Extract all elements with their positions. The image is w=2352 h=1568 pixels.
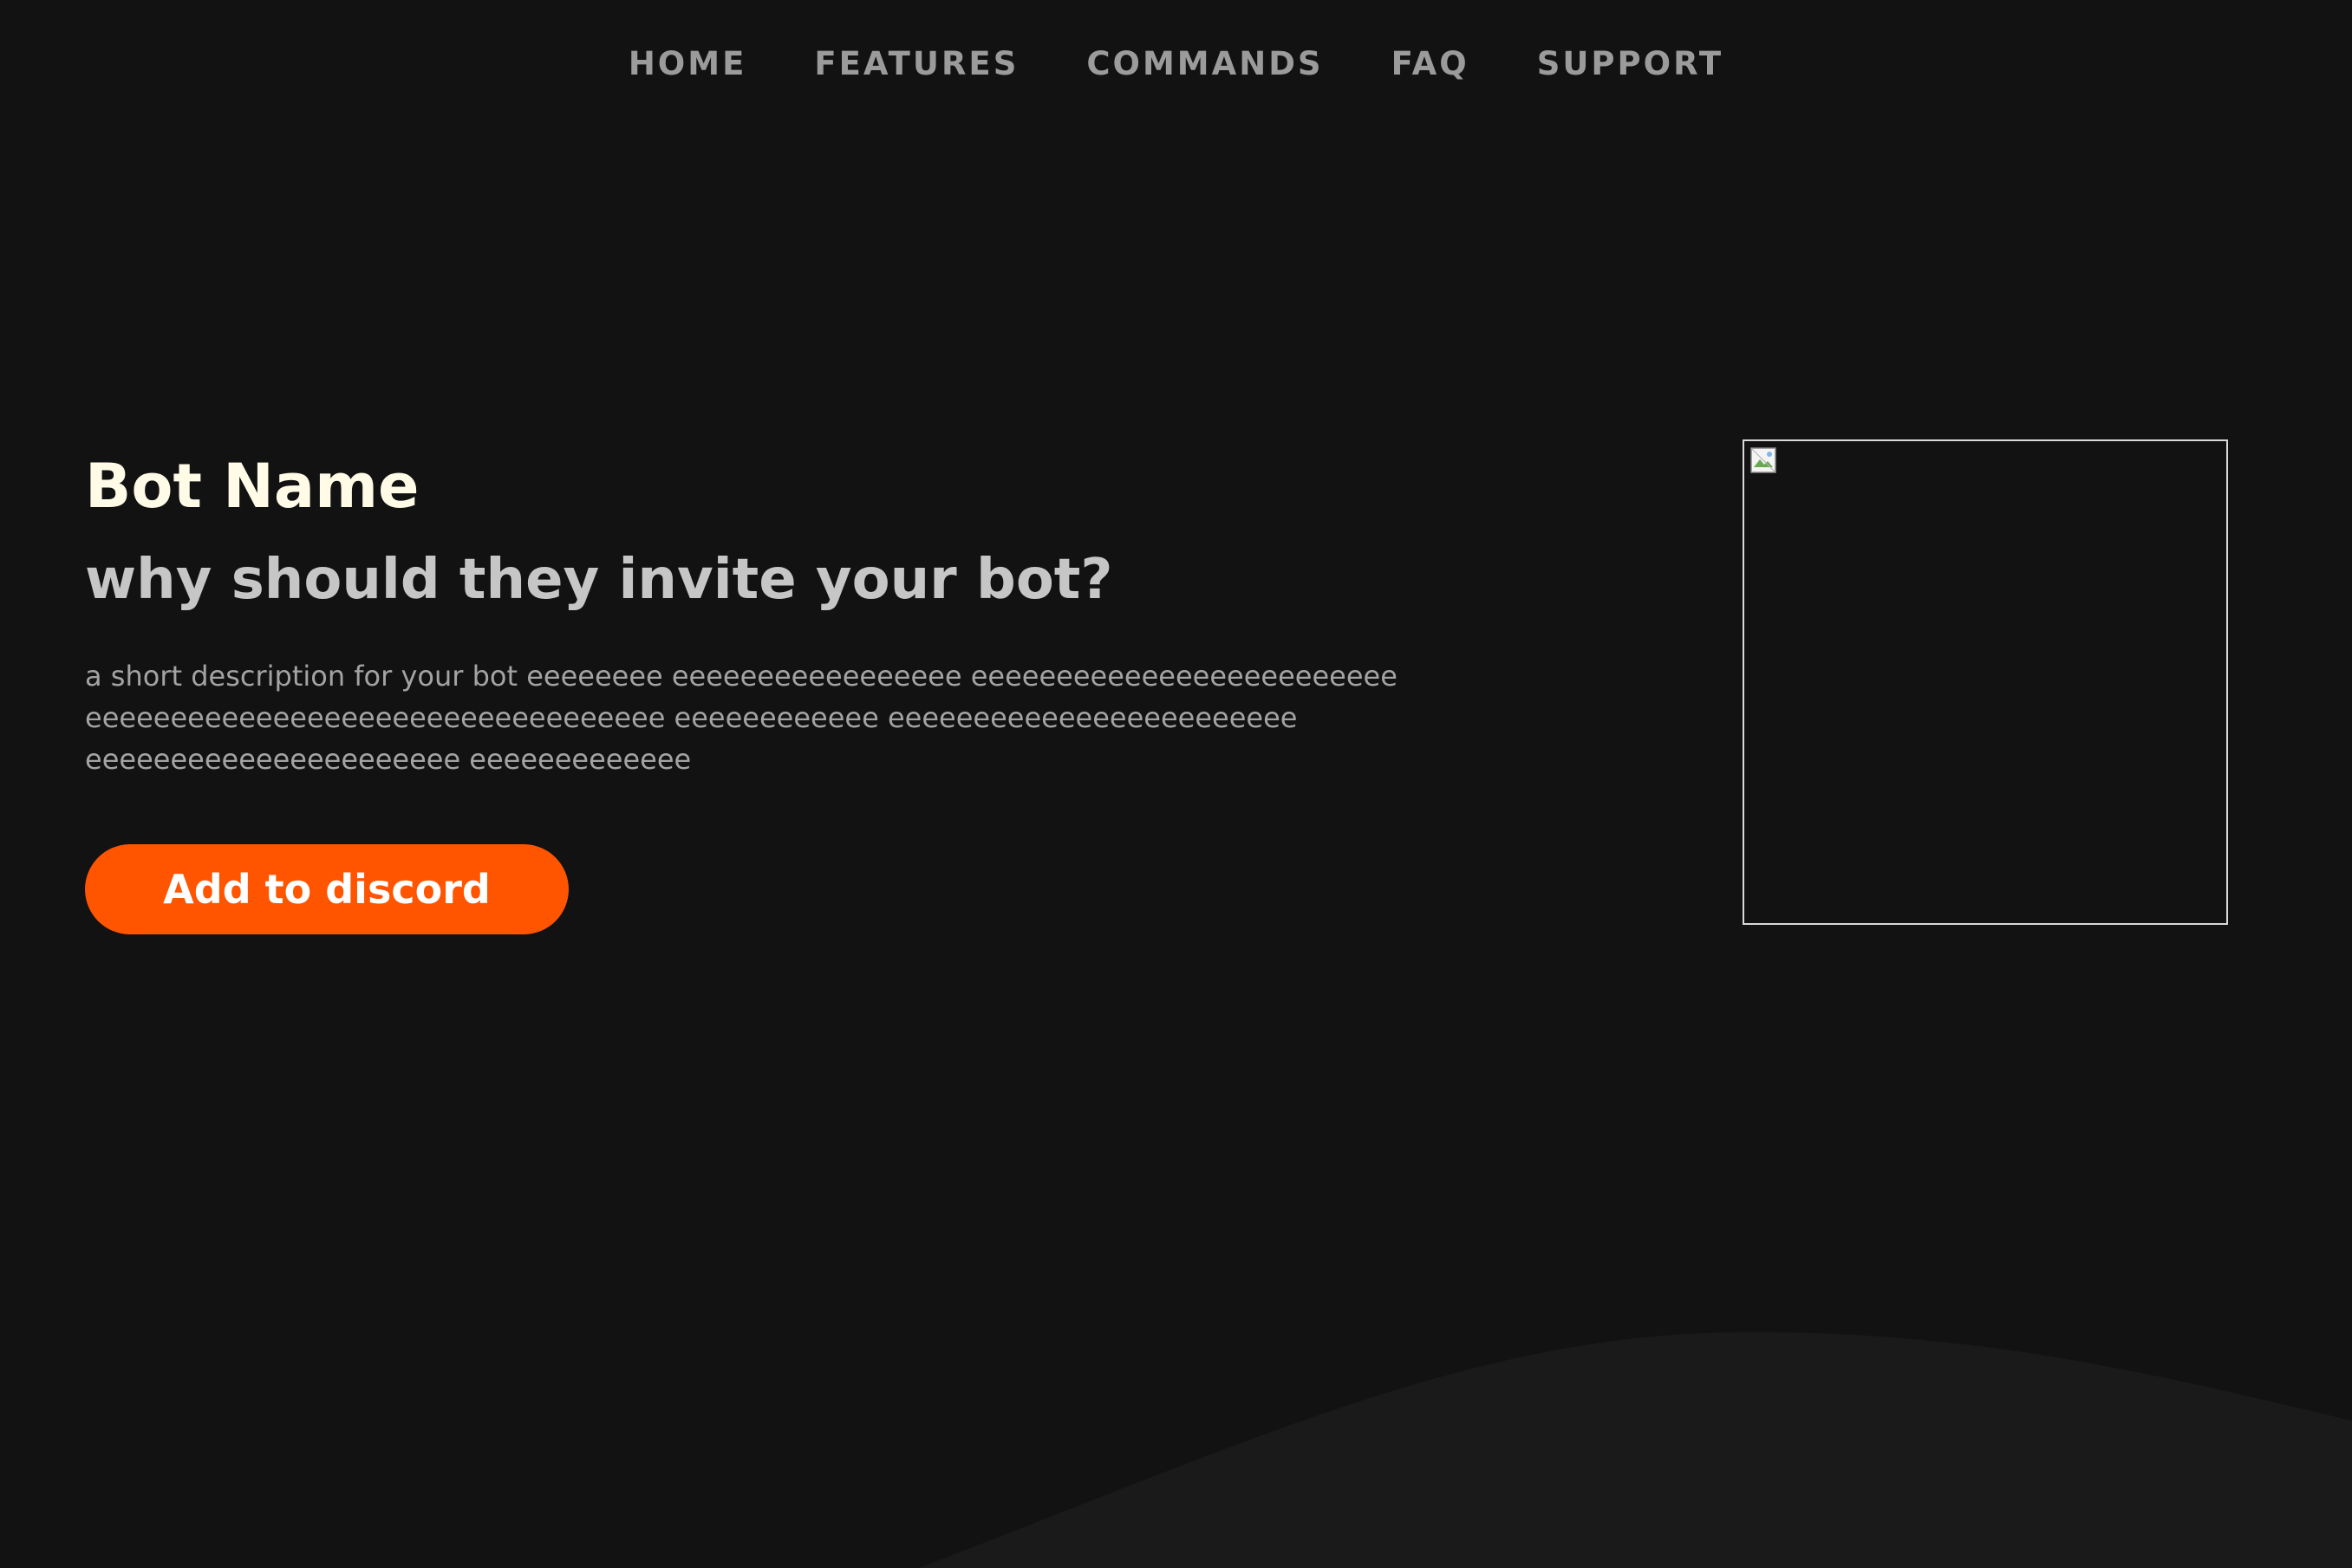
background-wave	[919, 1331, 2352, 1568]
top-nav: HOME FEATURES COMMANDS FAQ SUPPORT	[0, 45, 2352, 82]
nav-features-link[interactable]: FEATURES	[814, 45, 1019, 82]
broken-image-icon	[1750, 447, 1776, 473]
hero-subtitle: why should they invite your bot?	[85, 548, 1113, 612]
nav-commands-link[interactable]: COMMANDS	[1086, 45, 1323, 82]
bot-description: a short description for your bot eeeeeee…	[85, 660, 1398, 776]
nav-home-link[interactable]: HOME	[629, 45, 747, 82]
nav-faq-link[interactable]: FAQ	[1391, 45, 1469, 82]
bot-image	[1743, 439, 2228, 925]
bot-name-title: Bot Name	[85, 451, 420, 522]
wave-shape	[919, 1331, 2352, 1568]
add-to-discord-button[interactable]: Add to discord	[85, 844, 569, 934]
nav-support-link[interactable]: SUPPORT	[1537, 45, 1723, 82]
hero-section: Bot Name why should they invite your bot…	[85, 446, 1507, 934]
